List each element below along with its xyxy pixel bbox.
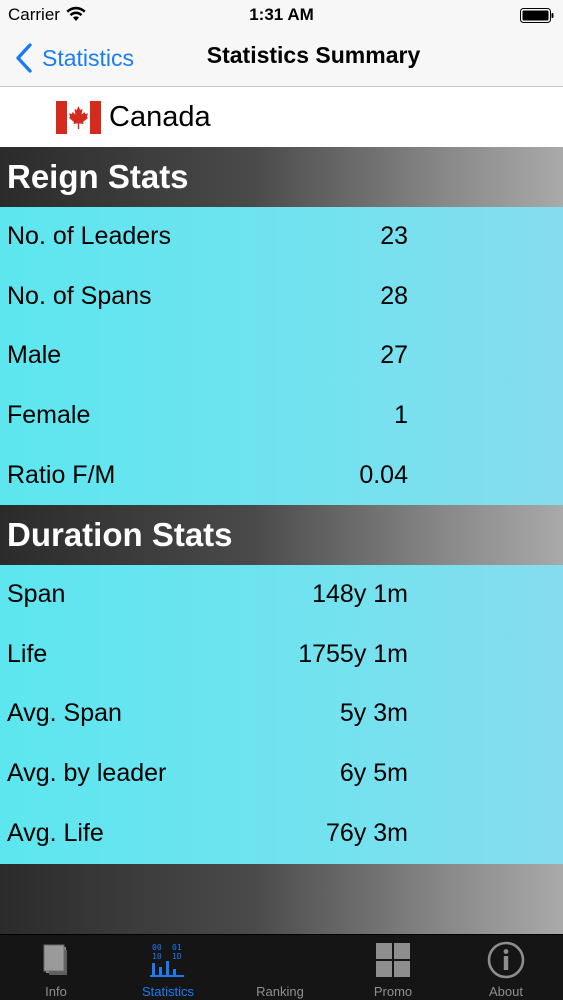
binary-chart-icon: 00 01 10 1D xyxy=(150,943,184,977)
table-row: Avg. Span 5y 3m xyxy=(0,684,563,744)
table-row: Avg. Life 76y 3m xyxy=(0,803,563,863)
row-value: 1 xyxy=(394,401,408,430)
country-row: Canada xyxy=(0,88,563,147)
table-row: Ratio F/M 0.04 xyxy=(0,445,563,505)
tab-label: Statistics xyxy=(141,984,194,999)
tab-about[interactable]: About xyxy=(450,935,562,1000)
tab-label: Info xyxy=(45,984,67,999)
row-value: 0.04 xyxy=(359,460,408,489)
status-bar: Carrier 1:31 AM xyxy=(0,0,563,30)
tab-statistics[interactable]: 00 01 10 1D Statistics xyxy=(112,935,224,1000)
row-label: Ratio F/M xyxy=(7,460,116,489)
section-title: Reign Stats xyxy=(7,158,189,195)
page-title: Statistics Summary xyxy=(206,42,421,68)
row-value: 28 xyxy=(380,281,408,310)
tab-info[interactable]: Info xyxy=(0,935,112,1000)
row-value: 27 xyxy=(380,341,408,370)
grid-icon xyxy=(376,943,410,977)
row-label: No. of Leaders xyxy=(7,222,171,251)
row-value: 6y 5m xyxy=(339,759,408,788)
table-row: Male 27 xyxy=(0,326,563,386)
tab-label: Promo xyxy=(373,984,413,999)
country-name: Canada xyxy=(109,101,211,133)
duration-stats-header: Duration Stats xyxy=(0,505,563,565)
svg-text:1D: 1D xyxy=(172,952,182,961)
row-label: Avg. Life xyxy=(7,818,104,847)
svg-text:01: 01 xyxy=(172,943,182,952)
row-value: 23 xyxy=(380,222,408,251)
table-row: Span 148y 1m xyxy=(0,565,563,625)
row-label: Span xyxy=(7,580,66,609)
section-title: Duration Stats xyxy=(7,516,233,553)
clock: 1:31 AM xyxy=(249,5,314,24)
table-row: Life 1755y 1m xyxy=(0,625,563,685)
tab-label: Ranking xyxy=(256,984,304,999)
row-label: No. of Spans xyxy=(7,281,152,310)
tab-promo[interactable]: Promo xyxy=(337,935,449,1000)
svg-text:10: 10 xyxy=(152,952,162,961)
navigation-bar: Statistics Statistics Summary xyxy=(0,30,563,87)
row-value: 76y 3m xyxy=(326,818,408,847)
canada-flag-icon xyxy=(56,101,101,134)
table-row: No. of Spans 28 xyxy=(0,267,563,327)
row-label: Avg. Span xyxy=(7,699,122,728)
duration-stats-list: Span 148y 1m Life 1755y 1m Avg. Span 5y … xyxy=(0,565,563,864)
empty-footer-area xyxy=(0,864,563,934)
row-value: 1755y 1m xyxy=(298,639,408,668)
row-value: 5y 3m xyxy=(339,699,408,728)
table-row: Avg. by leader 6y 5m xyxy=(0,744,563,804)
row-value: 148y 1m xyxy=(312,580,408,609)
tab-bar: Info 00 01 10 1D Statistics Ranking Prom… xyxy=(0,934,563,1000)
table-row: Female 1 xyxy=(0,386,563,446)
row-label: Male xyxy=(7,341,62,370)
info-icon xyxy=(487,941,525,979)
svg-text:00: 00 xyxy=(152,943,162,952)
battery-icon xyxy=(520,8,554,23)
row-label: Avg. by leader xyxy=(7,759,167,788)
tab-ranking[interactable]: Ranking xyxy=(224,935,336,1000)
reign-stats-header: Reign Stats xyxy=(0,147,563,207)
reign-stats-list: No. of Leaders 23 No. of Spans 28 Male 2… xyxy=(0,207,563,505)
row-label: Life xyxy=(7,639,48,668)
tab-label: About xyxy=(489,984,523,999)
chevron-left-icon xyxy=(16,43,32,73)
table-row: No. of Leaders 23 xyxy=(0,207,563,267)
row-label: Female xyxy=(7,401,91,430)
book-icon xyxy=(43,944,67,975)
